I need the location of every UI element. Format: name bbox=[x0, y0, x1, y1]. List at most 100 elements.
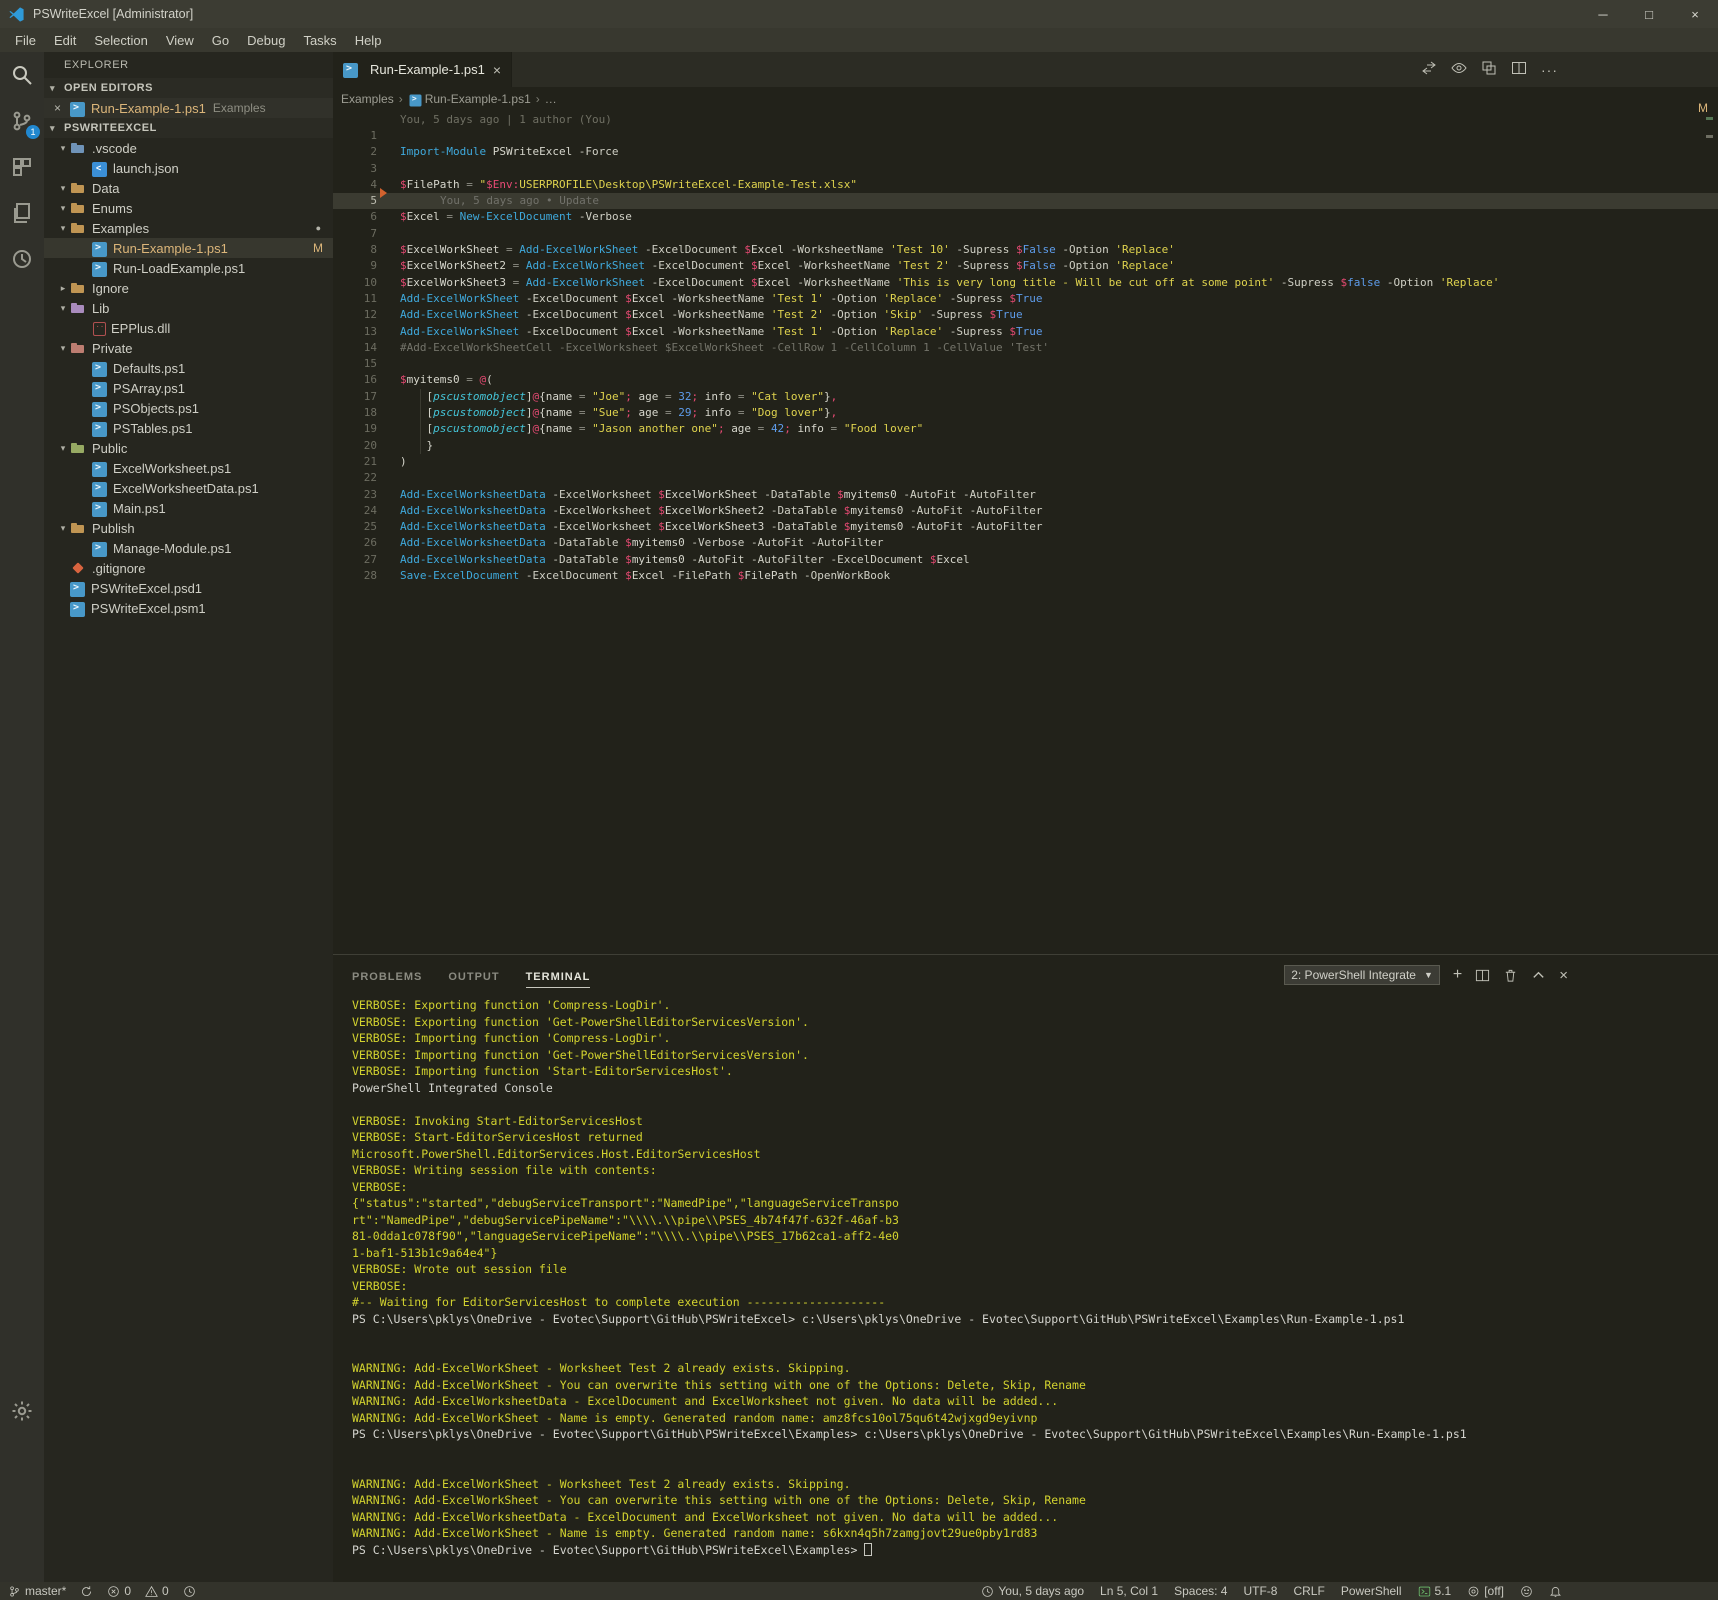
tree-item-private[interactable]: ▾Private bbox=[44, 338, 333, 358]
toggle-blame-icon[interactable] bbox=[1451, 60, 1467, 79]
settings-gear-icon[interactable] bbox=[0, 1388, 44, 1434]
minimize-button[interactable]: ─ bbox=[1580, 0, 1626, 28]
terminal-shell-selector[interactable]: 2: PowerShell Integrate ▼ bbox=[1284, 965, 1440, 985]
tab-close-icon[interactable]: × bbox=[493, 62, 501, 78]
tree-item-run-example-1-ps1[interactable]: Run-Example-1.ps1M bbox=[44, 238, 333, 258]
menu-item-edit[interactable]: Edit bbox=[45, 31, 85, 50]
panel-tab-problems[interactable]: PROBLEMS bbox=[352, 971, 422, 988]
code-line[interactable]: 13Add-ExcelWorkSheet -ExcelDocument $Exc… bbox=[333, 324, 1718, 340]
close-icon[interactable]: × bbox=[54, 101, 70, 115]
status-language-mode[interactable]: PowerShell bbox=[1341, 1584, 1402, 1598]
close-panel-icon[interactable]: × bbox=[1559, 967, 1568, 984]
tree-item-excelworksheetdata-ps1[interactable]: ExcelWorksheetData.ps1 bbox=[44, 478, 333, 498]
source-control-icon[interactable]: 1 bbox=[0, 98, 44, 144]
panel-tab-terminal[interactable]: TERMINAL bbox=[526, 971, 591, 988]
compare-icon[interactable] bbox=[1481, 60, 1497, 79]
menu-item-debug[interactable]: Debug bbox=[238, 31, 294, 50]
tree-item-epplus-dll[interactable]: EPPlus.dll bbox=[44, 318, 333, 338]
chevron-down-icon[interactable]: ▾ bbox=[56, 303, 70, 314]
tree-item-ignore[interactable]: ▸Ignore bbox=[44, 278, 333, 298]
status-notifications[interactable] bbox=[1549, 1585, 1562, 1598]
open-editors-section[interactable]: ▾ OPEN EDITORS bbox=[44, 78, 333, 98]
status-warning-count[interactable]: 0 bbox=[145, 1584, 169, 1598]
tree-item-main-ps1[interactable]: Main.ps1 bbox=[44, 498, 333, 518]
extensions-icon[interactable] bbox=[0, 144, 44, 190]
status-cursor-position[interactable]: Ln 5, Col 1 bbox=[1100, 1584, 1158, 1598]
status-encoding[interactable]: UTF-8 bbox=[1243, 1584, 1277, 1598]
open-editor-item[interactable]: ×Run-Example-1.ps1ExamplesM bbox=[44, 98, 333, 118]
kill-terminal-icon[interactable] bbox=[1503, 968, 1518, 983]
code-line[interactable]: 28Save-ExcelDocument -ExcelDocument $Exc… bbox=[333, 568, 1718, 584]
code-line[interactable]: 17 [pscustomobject]@{name = "Joe"; age =… bbox=[333, 389, 1718, 405]
code-line[interactable]: 9$ExcelWorkSheet2 = Add-ExcelWorkSheet -… bbox=[333, 258, 1718, 274]
chevron-down-icon[interactable]: ▾ bbox=[56, 143, 70, 154]
open-changes-icon[interactable] bbox=[1421, 60, 1437, 79]
code-line[interactable]: 4$FilePath = "$Env:USERPROFILE\Desktop\P… bbox=[333, 177, 1718, 193]
menu-item-tasks[interactable]: Tasks bbox=[294, 31, 345, 50]
menu-item-selection[interactable]: Selection bbox=[85, 31, 156, 50]
tree-item-launch-json[interactable]: launch.json bbox=[44, 158, 333, 178]
tree-item-lib[interactable]: ▾Lib bbox=[44, 298, 333, 318]
close-button[interactable]: × bbox=[1672, 0, 1718, 28]
split-editor-icon[interactable] bbox=[1511, 60, 1527, 79]
status-feedback[interactable] bbox=[1520, 1585, 1533, 1598]
code-line[interactable]: 23Add-ExcelWorksheetData -ExcelWorksheet… bbox=[333, 487, 1718, 503]
chevron-down-icon[interactable]: ▾ bbox=[56, 203, 70, 214]
tree-item-psobjects-ps1[interactable]: PSObjects.ps1 bbox=[44, 398, 333, 418]
menu-item-go[interactable]: Go bbox=[203, 31, 238, 50]
code-line[interactable]: 20 } bbox=[333, 438, 1718, 454]
tree-item--gitignore[interactable]: .gitignore bbox=[44, 558, 333, 578]
status-gitlens-mode[interactable]: [off] bbox=[1467, 1584, 1504, 1598]
status-end-of-line[interactable]: CRLF bbox=[1293, 1584, 1324, 1598]
files-icon[interactable] bbox=[0, 190, 44, 236]
project-section[interactable]: ▾ PSWRITEEXCEL bbox=[44, 118, 333, 138]
tree-item-psarray-ps1[interactable]: PSArray.ps1 bbox=[44, 378, 333, 398]
code-editor[interactable]: You, 5 days ago | 1 author (You) 12Impor… bbox=[333, 111, 1718, 954]
more-actions-icon[interactable]: ··· bbox=[1541, 62, 1558, 78]
split-terminal-icon[interactable] bbox=[1475, 968, 1490, 983]
code-line[interactable]: 8$ExcelWorkSheet = Add-ExcelWorkSheet -E… bbox=[333, 242, 1718, 258]
code-line[interactable]: 7 bbox=[333, 226, 1718, 242]
tree-item-defaults-ps1[interactable]: Defaults.ps1 bbox=[44, 358, 333, 378]
chevron-down-icon[interactable]: ▾ bbox=[56, 443, 70, 454]
status-timer[interactable] bbox=[183, 1585, 196, 1598]
menu-item-file[interactable]: File bbox=[6, 31, 45, 50]
maximize-panel-icon[interactable] bbox=[1531, 968, 1546, 983]
tree-item-data[interactable]: ▾Data bbox=[44, 178, 333, 198]
tree-item-pswriteexcel-psd1[interactable]: PSWriteExcel.psd1 bbox=[44, 578, 333, 598]
status-indentation[interactable]: Spaces: 4 bbox=[1174, 1584, 1227, 1598]
code-line[interactable]: 19 [pscustomobject]@{name = "Jason anoth… bbox=[333, 421, 1718, 437]
code-line[interactable]: 11Add-ExcelWorkSheet -ExcelDocument $Exc… bbox=[333, 291, 1718, 307]
tree-item-manage-module-ps1[interactable]: Manage-Module.ps1 bbox=[44, 538, 333, 558]
code-line[interactable]: 24Add-ExcelWorksheetData -ExcelWorksheet… bbox=[333, 503, 1718, 519]
code-line[interactable]: 14#Add-ExcelWorkSheetCell -ExcelWorkshee… bbox=[333, 340, 1718, 356]
code-line[interactable]: 22 bbox=[333, 470, 1718, 486]
code-line[interactable]: 1 bbox=[333, 128, 1718, 144]
status-sync[interactable] bbox=[80, 1585, 93, 1598]
code-line[interactable]: 2Import-Module PSWriteExcel -Force bbox=[333, 144, 1718, 160]
new-terminal-icon[interactable]: + bbox=[1453, 966, 1462, 984]
tree-item--vscode[interactable]: ▾.vscode bbox=[44, 138, 333, 158]
status-gitlens-blame[interactable]: You, 5 days ago bbox=[981, 1584, 1084, 1598]
tree-item-excelworksheet-ps1[interactable]: ExcelWorksheet.ps1 bbox=[44, 458, 333, 478]
breadcrumb-item[interactable]: Examples bbox=[341, 92, 394, 106]
code-line[interactable]: 10$ExcelWorkSheet3 = Add-ExcelWorkSheet … bbox=[333, 275, 1718, 291]
panel-tab-output[interactable]: OUTPUT bbox=[448, 971, 499, 988]
code-line[interactable]: 26Add-ExcelWorksheetData -DataTable $myi… bbox=[333, 535, 1718, 551]
tree-item-public[interactable]: ▾Public bbox=[44, 438, 333, 458]
code-line[interactable]: 5You, 5 days ago • Update bbox=[333, 193, 1718, 209]
code-line[interactable]: 6$Excel = New-ExcelDocument -Verbose bbox=[333, 209, 1718, 225]
code-line[interactable]: 18 [pscustomobject]@{name = "Sue"; age =… bbox=[333, 405, 1718, 421]
tree-item-pstables-ps1[interactable]: PSTables.ps1 bbox=[44, 418, 333, 438]
maximize-button[interactable]: □ bbox=[1626, 0, 1672, 28]
code-line[interactable]: 15 bbox=[333, 356, 1718, 372]
tree-item-pswriteexcel-psm1[interactable]: PSWriteExcel.psm1 bbox=[44, 598, 333, 618]
chevron-down-icon[interactable]: ▾ bbox=[56, 343, 70, 354]
menu-item-help[interactable]: Help bbox=[346, 31, 391, 50]
search-icon[interactable] bbox=[0, 52, 44, 98]
tree-item-run-loadexample-ps1[interactable]: Run-LoadExample.ps1 bbox=[44, 258, 333, 278]
tree-item-enums[interactable]: ▾Enums bbox=[44, 198, 333, 218]
breadcrumb-item[interactable]: Run-Example-1.ps1 bbox=[408, 92, 531, 107]
status-powershell-session[interactable]: 5.1 bbox=[1418, 1584, 1452, 1598]
status-git-branch[interactable]: master* bbox=[8, 1584, 66, 1598]
